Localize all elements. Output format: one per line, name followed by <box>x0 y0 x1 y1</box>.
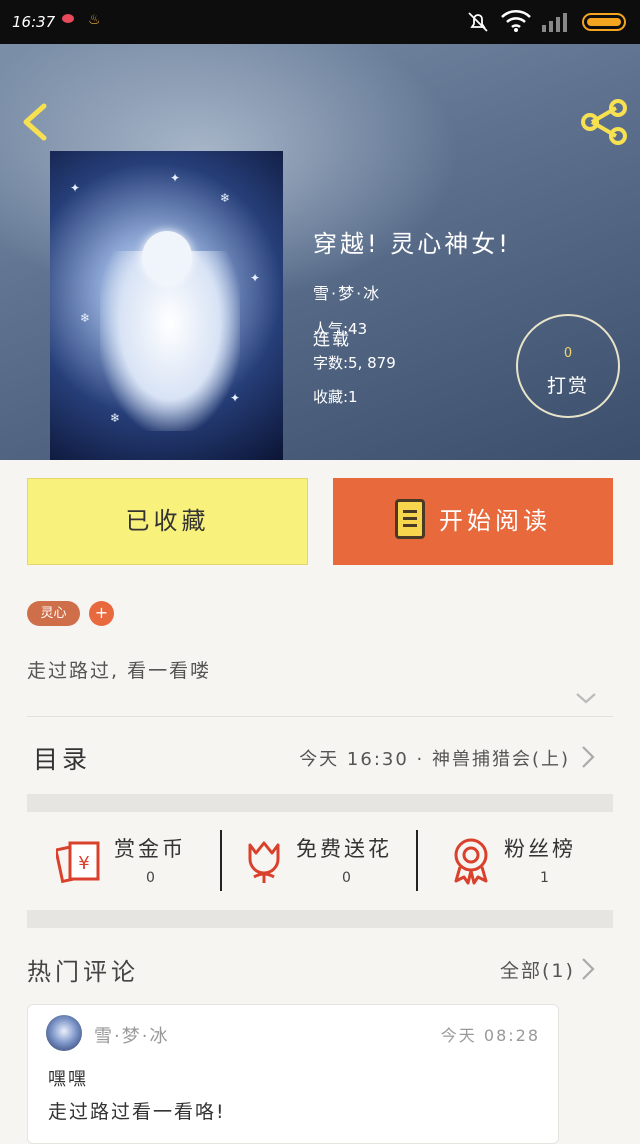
battery-icon <box>582 13 626 31</box>
book-popularity: 人气:43 <box>313 320 368 338</box>
add-tag-button[interactable]: + <box>89 601 114 626</box>
book-author: 雪·梦·冰 <box>313 284 382 303</box>
reward-count: 0 <box>563 346 573 361</box>
actions-bar: ¥ 赏金币 0 免费送花 0 粉丝榜 1 <box>0 813 640 908</box>
comment-username[interactable]: 雪·梦·冰 <box>94 1022 169 1048</box>
notification-icon: ♨ <box>88 12 101 28</box>
status-bar: 16:37 ♨ <box>0 0 640 44</box>
chevron-right-icon[interactable] <box>580 956 596 982</box>
section-separator <box>27 910 613 928</box>
book-title: 穿越! 灵心神女! <box>313 230 511 258</box>
book-cover: ✦ ❄ ✦ ❄ ✦ ❄ ✦ <box>50 151 283 460</box>
start-reading-button[interactable]: 开始阅读 <box>333 478 613 565</box>
share-icon[interactable] <box>578 98 630 146</box>
fans-ranking-action[interactable]: 粉丝榜 1 <box>450 813 590 908</box>
all-comments-link[interactable]: 全部(1) <box>500 956 575 983</box>
notification-icon <box>62 14 74 23</box>
status-time: 16:37 <box>12 13 56 31</box>
back-arrow-icon[interactable] <box>16 100 56 144</box>
toc-label: 目录 <box>33 745 92 774</box>
comment-text: 走过路过看一看咯! <box>48 1101 226 1123</box>
start-reading-label: 开始阅读 <box>439 507 551 535</box>
book-icon <box>395 499 425 539</box>
send-flower-label: 免费送花 <box>296 837 392 861</box>
gold-coin-label: 赏金币 <box>114 837 186 861</box>
book-description: 走过路过, 看一看喽 <box>27 660 212 682</box>
signal-icon <box>542 13 567 32</box>
comment-time: 今天 08:28 <box>440 1026 540 1045</box>
favorited-button[interactable]: 已收藏 <box>27 478 308 565</box>
red-envelope-icon: ¥ <box>56 841 100 884</box>
chevron-right-icon <box>582 746 595 768</box>
send-flower-action[interactable]: 免费送花 0 <box>244 813 404 908</box>
avatar[interactable] <box>46 1015 82 1051</box>
svg-text:¥: ¥ <box>78 853 89 874</box>
chevron-down-icon[interactable] <box>574 690 598 706</box>
tag-chip[interactable]: 灵心 <box>27 601 80 626</box>
fans-ranking-count: 1 <box>540 870 549 886</box>
fans-ranking-label: 粉丝榜 <box>504 837 576 861</box>
reward-label: 打赏 <box>546 375 589 397</box>
send-flower-count: 0 <box>342 870 351 886</box>
book-favorites: 收藏:1 <box>313 388 358 406</box>
comment-text: 嘿嘿 <box>48 1069 88 1090</box>
divider <box>27 716 613 717</box>
book-word-count: 字数:5, 879 <box>313 354 396 372</box>
section-separator <box>27 794 613 812</box>
latest-chapter: 今天 16:30 · 神兽捕猎会(上) <box>299 749 570 770</box>
comment-card[interactable]: 雪·梦·冰 今天 08:28 嘿嘿 走过路过看一看咯! <box>27 1004 559 1144</box>
hot-comments-title: 热门评论 <box>27 958 139 986</box>
mute-icon <box>468 12 488 32</box>
flower-icon <box>248 841 280 883</box>
gold-coin-action[interactable]: ¥ 赏金币 0 <box>56 813 206 908</box>
medal-icon <box>454 838 488 885</box>
reward-button[interactable]: 0 打赏 <box>516 314 620 418</box>
table-of-contents-row[interactable]: 目录 今天 16:30 · 神兽捕猎会(上) <box>0 730 640 786</box>
gold-coin-count: 0 <box>146 870 155 886</box>
wifi-icon <box>501 10 531 32</box>
